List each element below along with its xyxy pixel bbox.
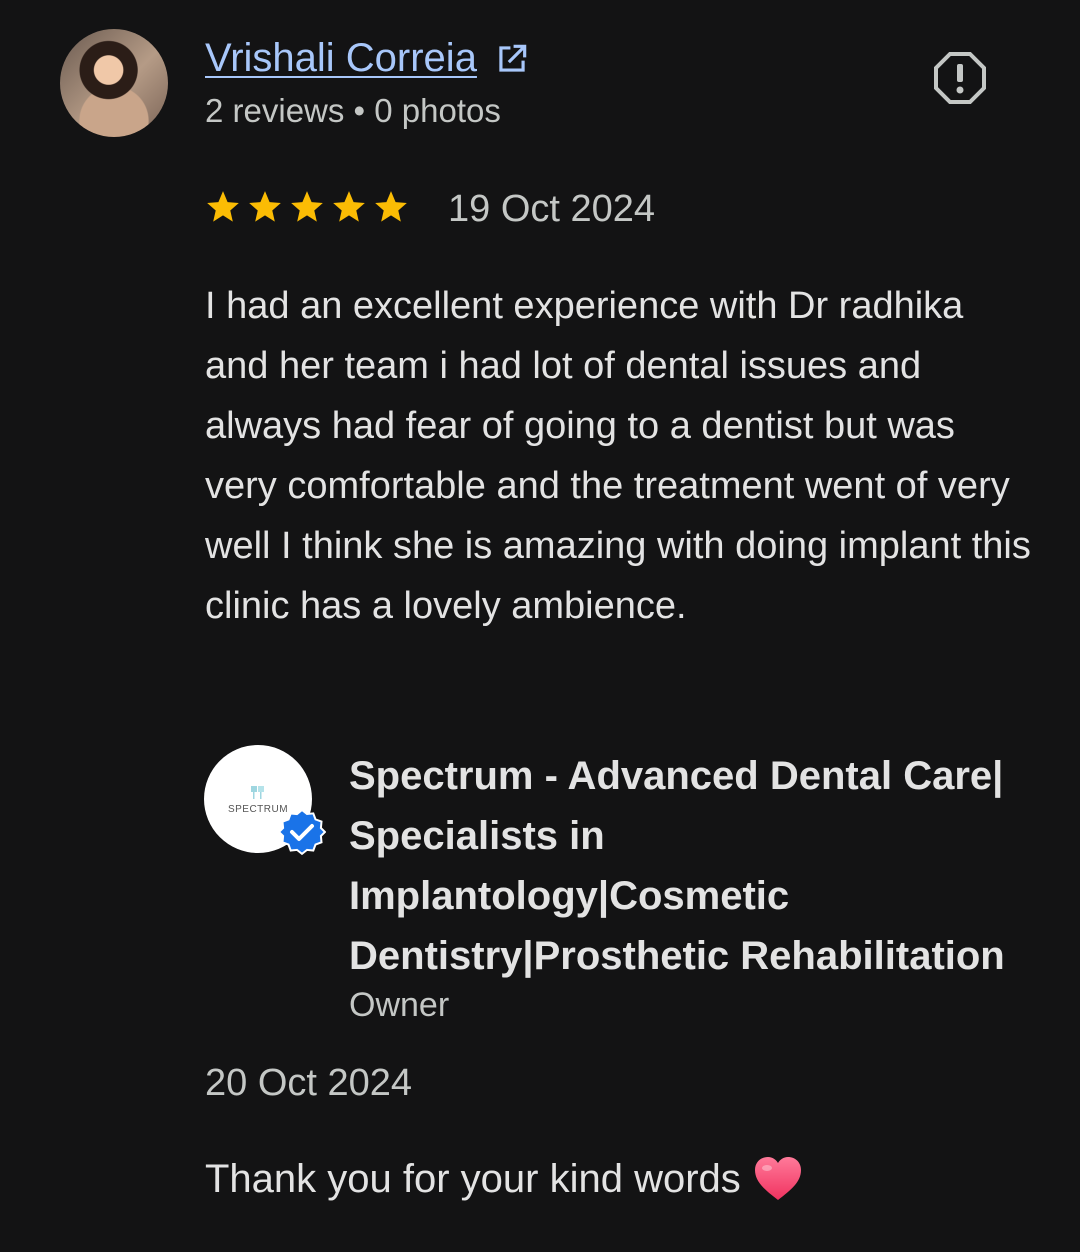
star-icon bbox=[375, 191, 407, 222]
star-icon bbox=[249, 191, 281, 222]
report-icon[interactable] bbox=[932, 50, 988, 106]
star-icon bbox=[207, 191, 239, 222]
owner-business-name: Spectrum - Advanced Dental Care| Special… bbox=[349, 754, 1005, 978]
reviewer-name[interactable]: Vrishali Correia bbox=[205, 36, 477, 81]
external-link-icon[interactable] bbox=[493, 40, 531, 78]
owner-reply-text: Thank you for your kind words bbox=[205, 1156, 741, 1201]
owner-reply: Thank you for your kind words bbox=[205, 1155, 803, 1203]
tree-logo-icon bbox=[251, 785, 264, 799]
verified-badge-icon bbox=[278, 808, 326, 856]
reply-date: 20 Oct 2024 bbox=[205, 1062, 413, 1104]
star-rating bbox=[204, 188, 410, 226]
review-text: I had an excellent experience with Dr ra… bbox=[205, 285, 1031, 627]
review-date: 19 Oct 2024 bbox=[448, 188, 656, 230]
heart-icon bbox=[754, 1157, 801, 1200]
reviewer-meta: 2 reviews • 0 photos bbox=[205, 92, 501, 129]
star-icon bbox=[333, 191, 365, 222]
reviewer-name-link[interactable]: Vrishali Correia bbox=[205, 36, 531, 81]
star-icon bbox=[291, 191, 323, 222]
reviewer-avatar[interactable] bbox=[60, 29, 168, 137]
owner-role: Owner bbox=[349, 986, 450, 1024]
